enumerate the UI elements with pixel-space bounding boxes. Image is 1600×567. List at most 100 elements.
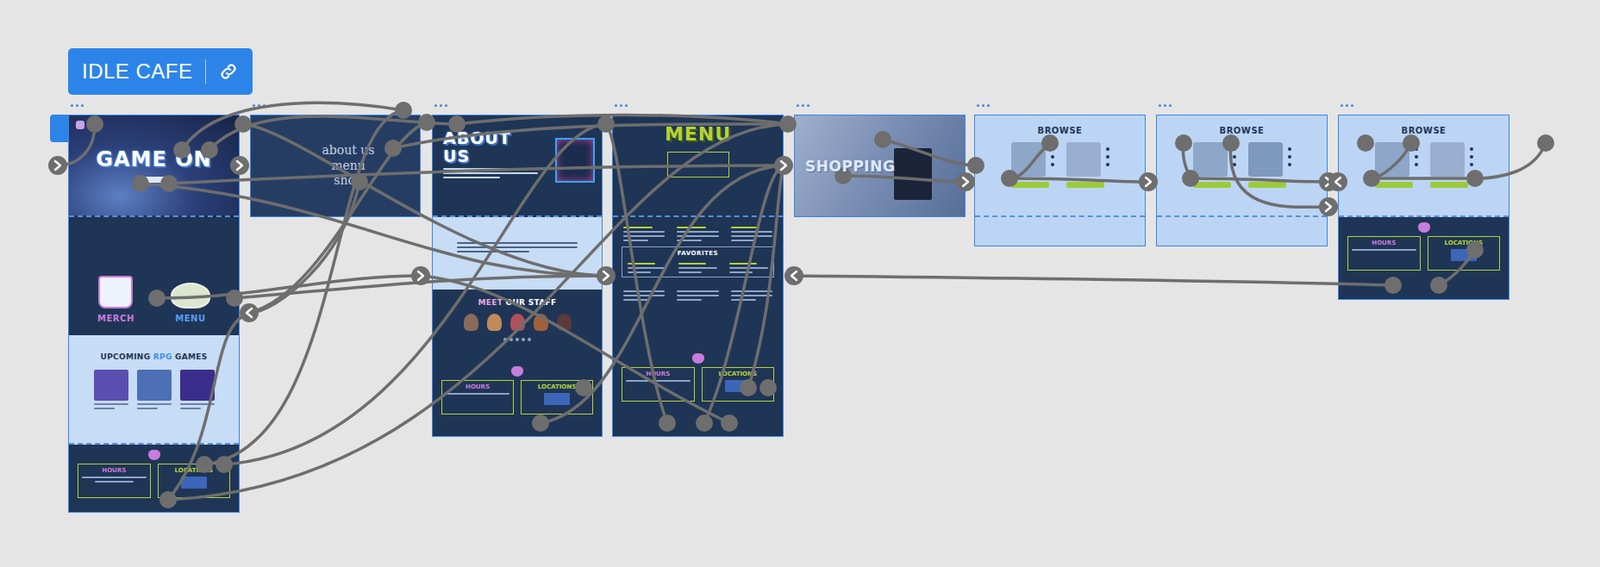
connection-line[interactable] xyxy=(249,122,427,313)
connection-line[interactable] xyxy=(456,115,788,125)
nav-link[interactable]: menu xyxy=(331,158,366,175)
staff-avatar[interactable] xyxy=(463,313,479,332)
connection-line[interactable] xyxy=(243,124,607,276)
connection-start-dot[interactable] xyxy=(1222,134,1240,152)
connection-start-dot[interactable] xyxy=(148,289,166,307)
connection-start-dot[interactable] xyxy=(834,167,852,185)
connection-arrow-icon[interactable] xyxy=(1318,172,1338,192)
tile-label[interactable]: MERCH xyxy=(97,313,135,324)
connection-arrow-icon[interactable] xyxy=(1328,172,1348,192)
connection-start-dot[interactable] xyxy=(1402,134,1420,152)
connection-start-dot[interactable] xyxy=(1181,169,1200,188)
product-card[interactable] xyxy=(1248,142,1292,188)
shop-frame[interactable]: SHOPPING xyxy=(793,114,966,218)
connection-start-dot[interactable] xyxy=(160,175,178,193)
product-card[interactable] xyxy=(1066,142,1110,188)
connection-start-dot[interactable] xyxy=(200,141,219,159)
connection-start-dot[interactable] xyxy=(1430,276,1448,294)
hero-button[interactable] xyxy=(138,176,170,183)
connection-start-dot[interactable] xyxy=(720,414,738,432)
flow-start-marker[interactable] xyxy=(50,114,69,143)
nav-link[interactable]: about us xyxy=(321,143,375,159)
connection-line[interactable] xyxy=(249,181,360,313)
connection-start-dot[interactable] xyxy=(1000,169,1019,188)
connection-arrow-icon[interactable] xyxy=(1318,197,1338,217)
connection-line[interactable] xyxy=(704,165,784,424)
staff-avatar[interactable] xyxy=(510,313,525,332)
connection-start-dot[interactable] xyxy=(418,113,436,132)
connection-start-dot[interactable] xyxy=(384,139,402,157)
connection-start-dot[interactable] xyxy=(1537,134,1555,152)
frame-handle[interactable] xyxy=(1340,104,1354,107)
connection-start-dot[interactable] xyxy=(739,379,757,397)
add-to-cart-button[interactable] xyxy=(1248,181,1287,188)
connection-line[interactable] xyxy=(224,124,607,465)
browse-frame[interactable]: BROWSE xyxy=(974,114,1146,247)
connection-start-dot[interactable] xyxy=(779,115,797,133)
connection-line[interactable] xyxy=(882,139,976,166)
staff-avatar[interactable] xyxy=(487,313,502,332)
connection-line[interactable] xyxy=(1438,250,1475,286)
product-card[interactable] xyxy=(1011,142,1055,188)
connection-start-dot[interactable] xyxy=(159,491,177,509)
add-to-cart-button[interactable] xyxy=(1011,181,1050,188)
connection-start-dot[interactable] xyxy=(575,379,593,397)
frame-handle[interactable] xyxy=(796,104,810,107)
connection-line[interactable] xyxy=(204,110,404,465)
connection-line[interactable] xyxy=(168,165,784,184)
game-card[interactable] xyxy=(93,369,129,410)
connection-line[interactable] xyxy=(1009,178,1149,182)
game-card[interactable] xyxy=(137,369,172,410)
connection-start-dot[interactable] xyxy=(1362,169,1381,188)
connection-line[interactable] xyxy=(140,183,607,276)
frame-handle[interactable] xyxy=(434,104,448,107)
connection-line[interactable] xyxy=(57,124,95,166)
connection-line[interactable] xyxy=(1230,143,1329,207)
connection-line[interactable] xyxy=(1190,178,1329,182)
connection-arrow-icon[interactable] xyxy=(411,266,431,286)
connection-start-dot[interactable] xyxy=(448,115,466,133)
connection-start-dot[interactable] xyxy=(1041,134,1059,152)
connection-start-dot[interactable] xyxy=(394,101,413,119)
connection-start-dot[interactable] xyxy=(597,115,615,133)
frame-handle[interactable] xyxy=(70,104,84,107)
connection-start-dot[interactable] xyxy=(531,414,550,432)
connection-start-dot[interactable] xyxy=(1466,169,1484,188)
connection-start-dot[interactable] xyxy=(967,156,985,175)
connection-start-dot[interactable] xyxy=(131,175,150,193)
connection-line[interactable] xyxy=(393,124,788,149)
connection-start-dot[interactable] xyxy=(86,115,104,133)
product-card[interactable] xyxy=(1430,142,1474,188)
about-frame[interactable]: ABOUT USMEET OUR STAFFHOURSLOCATIONS xyxy=(431,114,603,438)
frame-handle[interactable] xyxy=(976,104,990,107)
flow-name[interactable]: IDLE CAFE xyxy=(81,59,194,84)
connection-arrow-icon[interactable] xyxy=(956,172,975,192)
prototype-canvas[interactable]: IDLE CAFEGAME ONMERCHMENUUPCOMING RPG GA… xyxy=(0,0,1600,567)
connection-line[interactable] xyxy=(181,102,404,150)
frame-handle[interactable] xyxy=(614,104,628,107)
connection-arrow-icon[interactable] xyxy=(784,266,804,286)
connection-arrow-icon[interactable] xyxy=(596,266,616,286)
add-to-cart-button[interactable] xyxy=(1066,181,1105,188)
frame-handle[interactable] xyxy=(252,104,266,107)
tile-label[interactable]: MENU xyxy=(175,313,206,324)
connection-start-dot[interactable] xyxy=(759,379,777,397)
product-card[interactable] xyxy=(1375,142,1419,188)
connection-start-dot[interactable] xyxy=(1175,134,1193,152)
connection-arrow-icon[interactable] xyxy=(774,156,794,175)
connection-line[interactable] xyxy=(1182,143,1191,179)
connection-start-dot[interactable] xyxy=(1356,134,1375,152)
connection-line[interactable] xyxy=(1009,143,1050,179)
connection-line[interactable] xyxy=(540,165,784,424)
connection-arrow-icon[interactable] xyxy=(230,156,250,175)
nav-menu-frame[interactable]: about usmenushop xyxy=(250,114,421,218)
connection-line[interactable] xyxy=(1371,143,1412,179)
connection-line[interactable] xyxy=(748,165,784,388)
connection-start-dot[interactable] xyxy=(195,456,213,474)
connection-line[interactable] xyxy=(209,116,457,150)
feature-tile[interactable]: MENU xyxy=(170,282,211,324)
home-frame[interactable]: GAME ONMERCHMENUUPCOMING RPG GAMESHOURSL… xyxy=(68,114,240,513)
menu-frame[interactable]: MENUFAVORITESHOURSLOCATIONS xyxy=(612,114,784,438)
staff-avatar[interactable] xyxy=(556,313,572,332)
nav-link[interactable]: shop xyxy=(333,173,363,189)
